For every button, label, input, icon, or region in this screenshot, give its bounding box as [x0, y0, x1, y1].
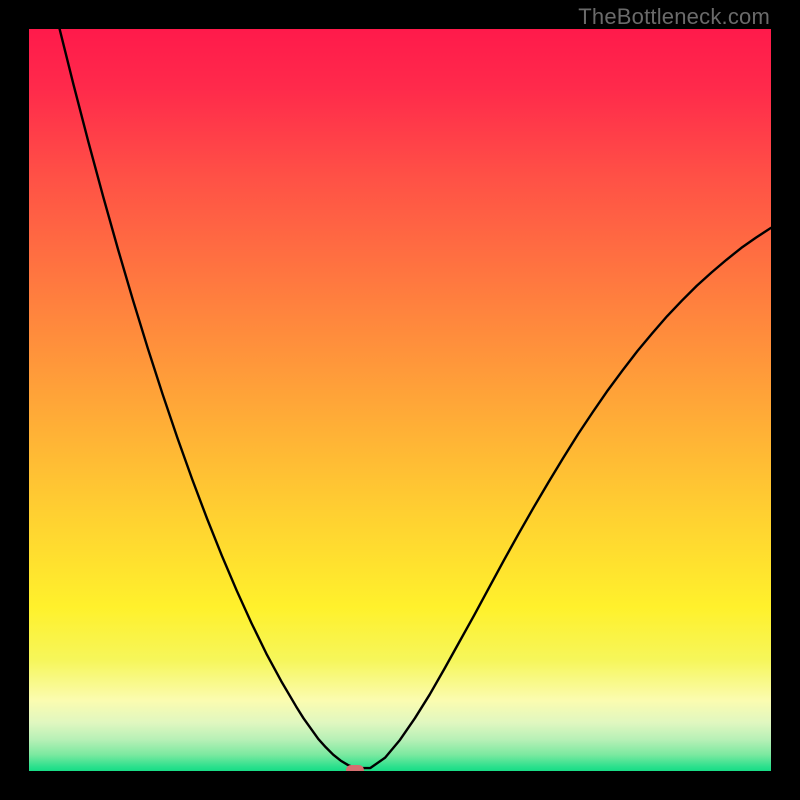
attribution-label: TheBottleneck.com: [578, 4, 770, 30]
chart-frame: TheBottleneck.com: [0, 0, 800, 800]
plot-area: [29, 29, 771, 771]
optimal-point-marker: [346, 765, 364, 771]
heatmap-gradient: [29, 29, 771, 771]
